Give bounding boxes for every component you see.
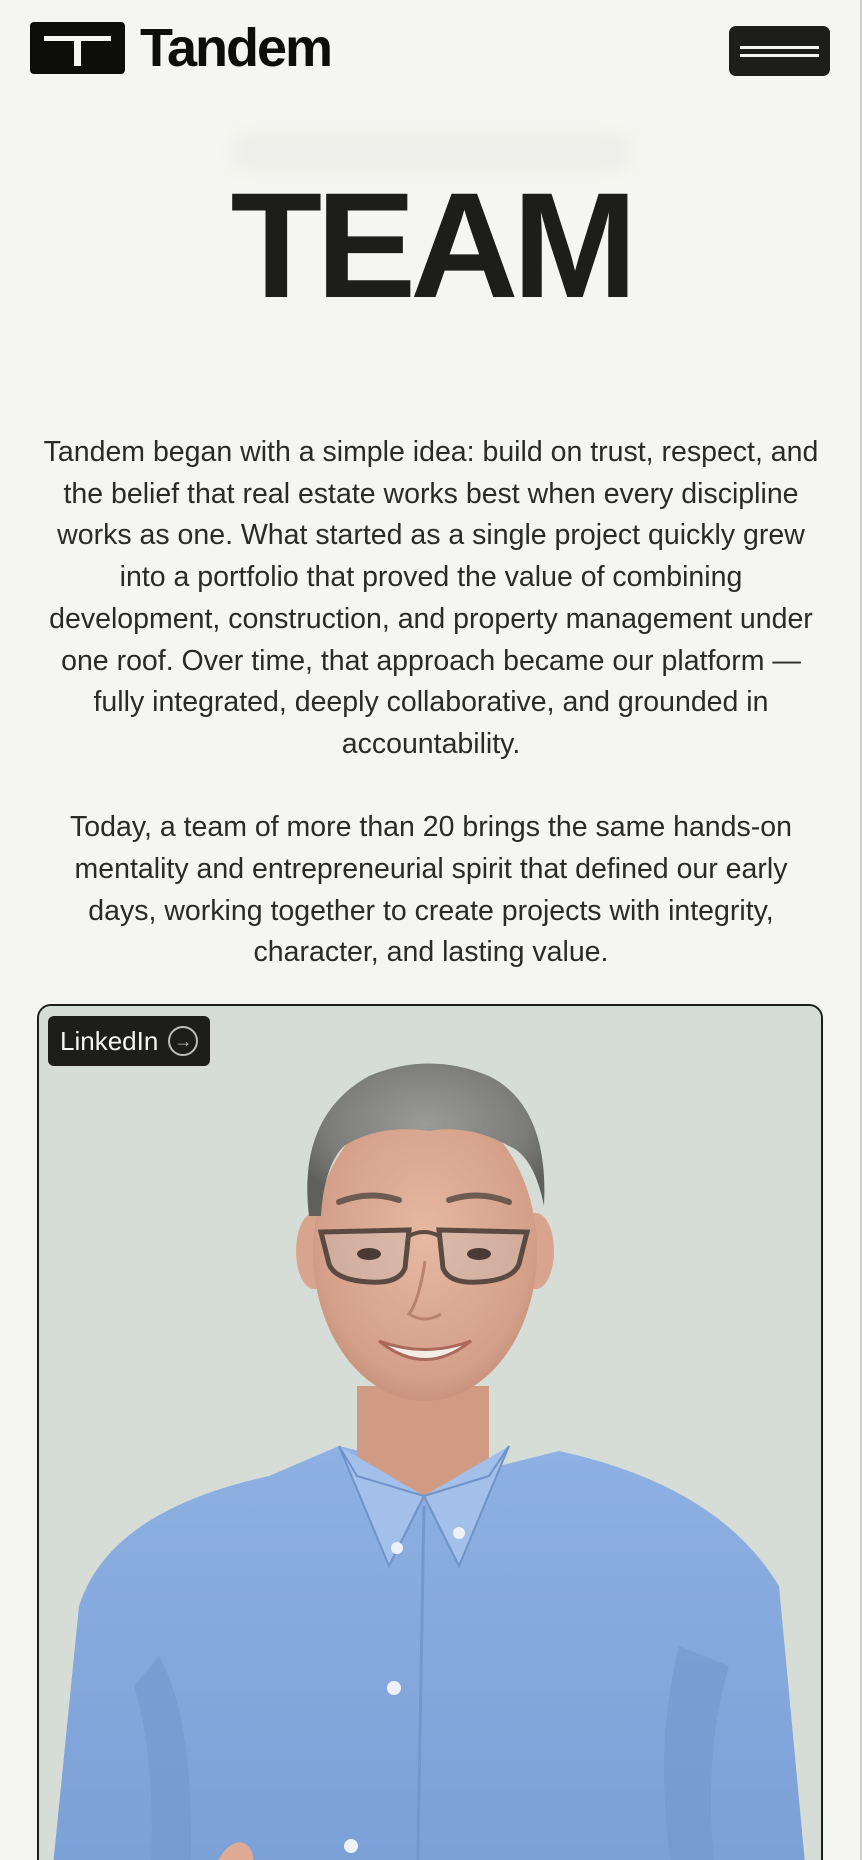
team-member-card: LinkedIn → bbox=[37, 1004, 823, 1860]
home-logo-link[interactable]: Tandem bbox=[30, 18, 333, 78]
team-page: Tandem TEAM Tandem began with a simple i… bbox=[0, 0, 862, 1860]
linkedin-label: LinkedIn bbox=[60, 1025, 159, 1056]
intro-paragraph: Tandem began with a simple idea: build o… bbox=[43, 436, 819, 760]
page-title: TEAM bbox=[230, 161, 638, 329]
arrow-circle-right-icon: → bbox=[168, 1026, 199, 1056]
hamburger-menu-icon bbox=[740, 46, 819, 49]
linkedin-button[interactable]: LinkedIn → bbox=[48, 1016, 211, 1066]
team-member-photo bbox=[39, 1006, 821, 1860]
site-header: Tandem bbox=[0, 0, 862, 100]
brand-name: Tandem bbox=[140, 18, 333, 78]
team-intro: Tandem began with a simple idea: build o… bbox=[40, 432, 822, 974]
intro-paragraph: Today, a team of more than 20 brings the… bbox=[70, 811, 792, 969]
menu-button[interactable] bbox=[729, 26, 830, 76]
tandem-logo-icon bbox=[30, 22, 125, 74]
